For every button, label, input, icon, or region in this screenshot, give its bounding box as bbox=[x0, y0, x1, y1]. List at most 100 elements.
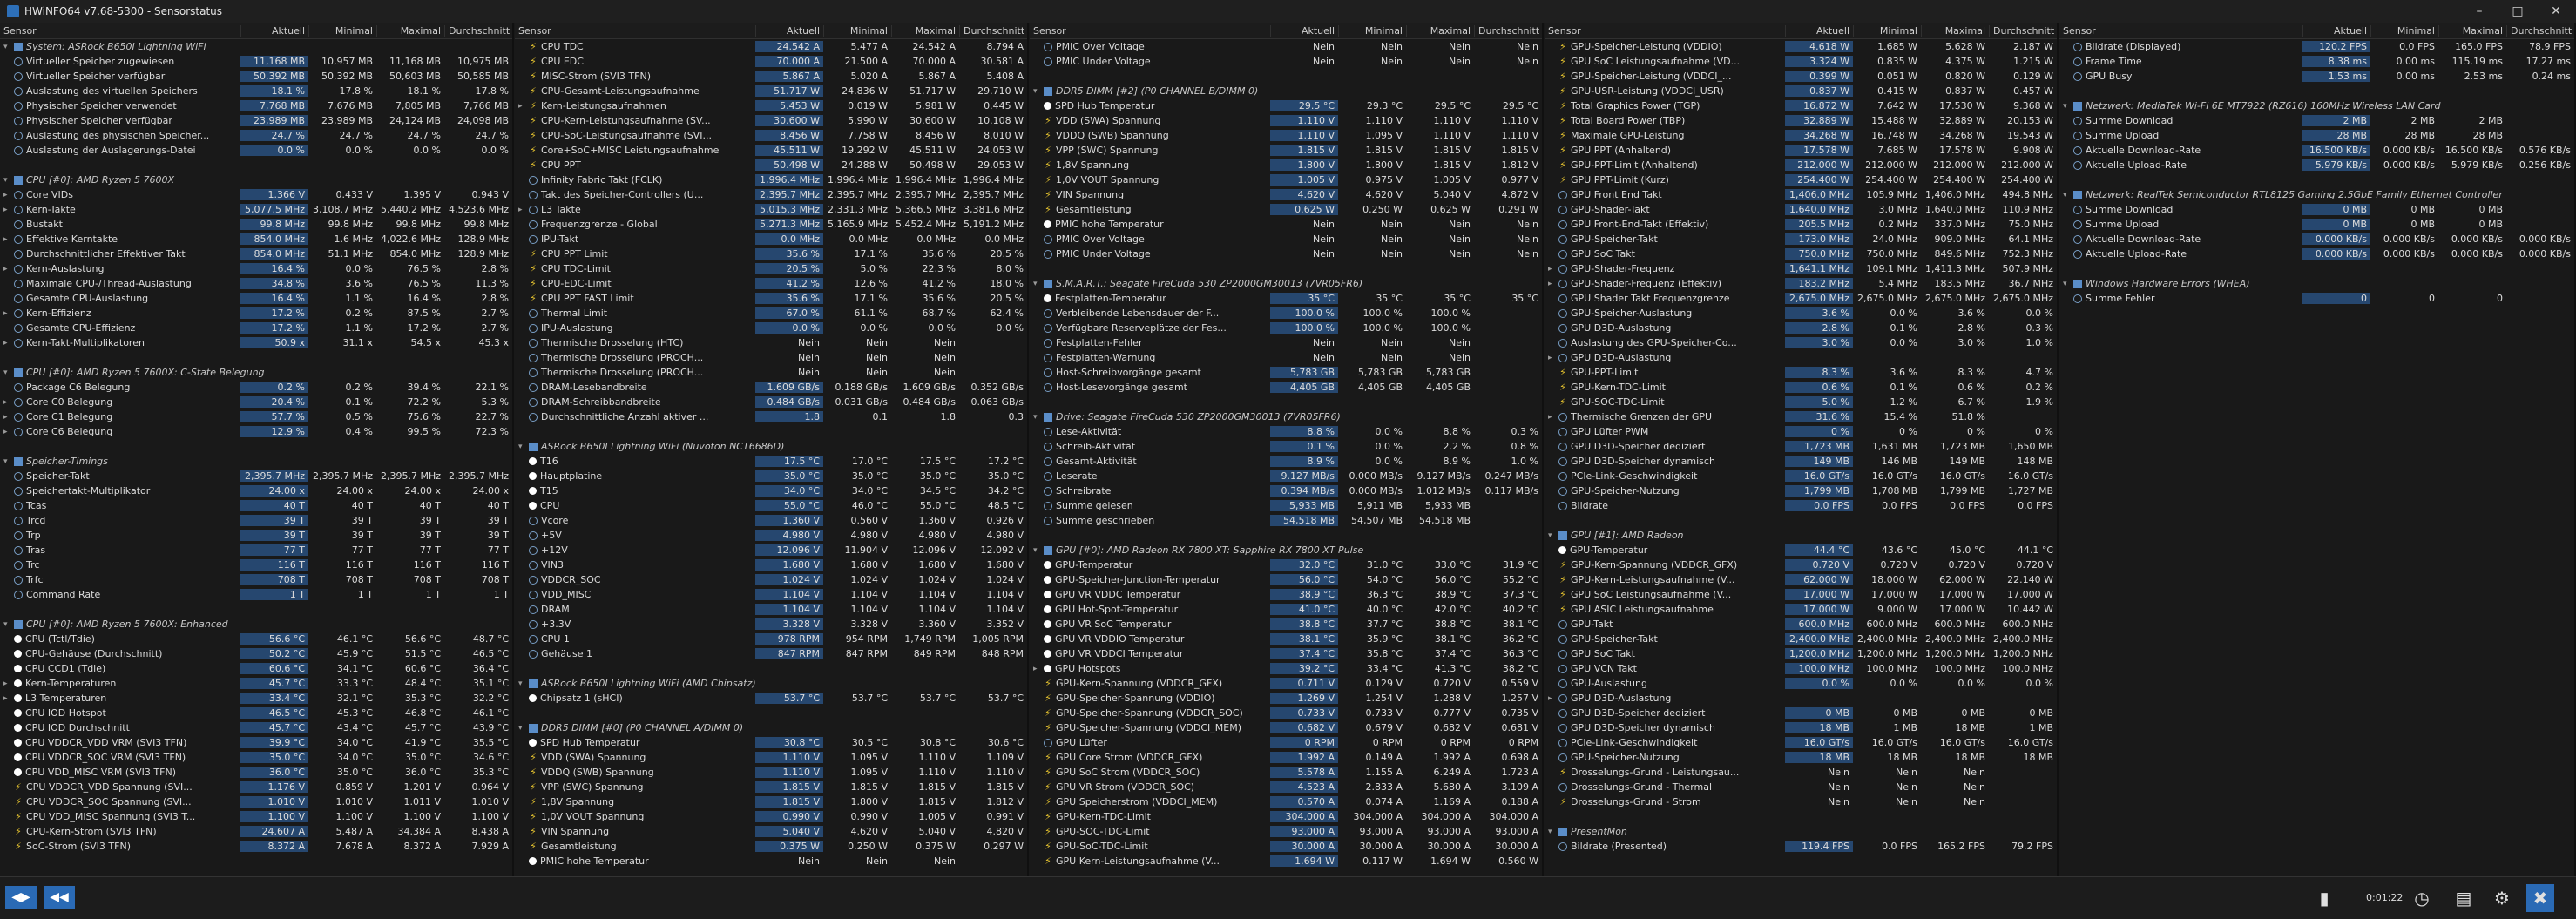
sensor-row[interactable]: ⚡ Total Board Power (TBP) 32.889 W 15.488 W… bbox=[1545, 113, 2057, 128]
sensor-row[interactable]: GPU D3D-Auslastung 2.8 % 0.1 % 2.8 % 0.3 % bbox=[1545, 321, 2057, 335]
sensor-row[interactable]: Gesamte CPU-Effizienz 17.2 % 1.1 % 17.2 % 2.… bbox=[0, 321, 512, 335]
sensor-row[interactable]: Auslastung der Auslagerungs-Datei 0.0 % 0.… bbox=[0, 143, 512, 158]
sensor-row[interactable]: GPU D3D-Speicher dynamisch 149 MB 146 MB 14… bbox=[1545, 454, 2057, 469]
sensor-row[interactable]: ⚡ GPU SoC Strom (VDDCR_SOC) 5.578 A 1.155 A… bbox=[1030, 765, 1542, 780]
sensor-row[interactable]: CPU IOD Hotspot 46.5 °C 45.3 °C 46.8 °C 46.1… bbox=[0, 706, 512, 720]
sensor-row[interactable]: Auslastung des physischen Speicher... 24.… bbox=[0, 128, 512, 143]
expand-toggle-icon[interactable]: ▸ bbox=[3, 679, 12, 688]
expand-toggle-icon[interactable]: ▸ bbox=[3, 398, 12, 407]
sensor-row[interactable]: Aktuelle Upload-Rate 5.979 KB/s 0.000 KB/s… bbox=[2059, 158, 2574, 172]
column-max[interactable]: Maximal bbox=[1406, 24, 1474, 37]
expand-toggle-icon[interactable]: ▾ bbox=[1033, 87, 1042, 96]
sensor-row[interactable]: ⚡ CPU-SoC-Leistungsaufnahme (SVI... 8.456 … bbox=[515, 128, 1027, 143]
expand-toggle-icon[interactable]: ▸ bbox=[1548, 265, 1557, 274]
expand-toggle-icon[interactable]: ▸ bbox=[3, 191, 12, 199]
expand-toggle-icon[interactable]: ▸ bbox=[3, 309, 12, 318]
sensor-row[interactable]: Schreib-Aktivität 0.1 % 0.0 % 2.2 % 0.8 % bbox=[1030, 439, 1542, 454]
column-current[interactable]: Aktuell bbox=[1270, 24, 1338, 37]
expand-toggle-icon[interactable]: ▾ bbox=[2063, 191, 2072, 199]
sensor-group-header[interactable]: ▾ CPU [#0]: AMD Ryzen 5 7600X: Enhanced bbox=[0, 617, 512, 632]
sensor-row[interactable]: ⚡ VIN Spannung 5.040 V 4.620 V 5.040 V 4.820 … bbox=[515, 824, 1027, 839]
sensor-row[interactable]: ⚡ GPU Kern-Leistungsaufnahme (V... 1.694 W… bbox=[1030, 854, 1542, 868]
sensor-group-header[interactable]: ▾ System: ASRock B650I Lightning WiFi bbox=[0, 39, 512, 54]
network-icon[interactable]: ▮ bbox=[2310, 884, 2338, 912]
sensor-row[interactable]: ⚡ GPU-PPT-Limit 8.3 % 3.6 % 8.3 % 4.7 % bbox=[1545, 365, 2057, 380]
sensor-row[interactable]: GPU SoC Takt 750.0 MHz 750.0 MHz 849.6 MHz 7… bbox=[1545, 247, 2057, 261]
sensor-row[interactable]: ⚡ Total Graphics Power (TGP) 16.872 W 7.642… bbox=[1545, 98, 2057, 113]
sensor-row[interactable]: GPU VCN Takt 100.0 MHz 100.0 MHz 100.0 MHz 1… bbox=[1545, 661, 2057, 676]
sensor-row[interactable]: ⚡ GPU-USR-Leistung (VDDCI_USR) 0.837 W 0.41… bbox=[1545, 84, 2057, 98]
sensor-row[interactable]: Drosselungs-Grund - Thermal Nein Nein Nein bbox=[1545, 780, 2057, 794]
expand-toggle-icon[interactable]: ▸ bbox=[1548, 413, 1557, 422]
column-min[interactable]: Minimal bbox=[1853, 24, 1921, 37]
sensor-row[interactable]: ⚡ CPU EDC 70.000 A 21.500 A 70.000 A 30.581 A bbox=[515, 54, 1027, 69]
sensor-row[interactable]: ▸ GPU-Shader-Frequenz 1,641.1 MHz 109.1 MHz… bbox=[1545, 261, 2057, 276]
sensor-row[interactable]: Summe Upload 28 MB 28 MB 28 MB bbox=[2059, 128, 2574, 143]
sensor-row[interactable]: ⚡ CPU PPT 50.498 W 24.288 W 50.498 W 29.053 W bbox=[515, 158, 1027, 172]
sensor-row[interactable]: ⚡ GPU-SOC-TDC-Limit 93.000 A 93.000 A 93.000… bbox=[1030, 824, 1542, 839]
sensor-row[interactable]: Durchschnittlicher Effektiver Takt 854.0 … bbox=[0, 247, 512, 261]
sensor-group-header[interactable]: ▾ PresentMon bbox=[1545, 824, 2057, 839]
sensor-row[interactable]: PMIC hohe Temperatur Nein Nein Nein Nein bbox=[1030, 217, 1542, 232]
sensor-row[interactable]: ⚡ GPU-PPT-Limit (Anhaltend) 212.000 W 212.0… bbox=[1545, 158, 2057, 172]
sensor-row[interactable]: Physischer Speicher verwendet 7,768 MB 7,6… bbox=[0, 98, 512, 113]
sensor-row[interactable]: Speicher-Takt 2,395.7 MHz 2,395.7 MHz 2,395… bbox=[0, 469, 512, 483]
sensor-row[interactable]: GPU Front End Takt 1,406.0 MHz 105.9 MHz 1,… bbox=[1545, 187, 2057, 202]
sensor-row[interactable]: IPU-Takt 0.0 MHz 0.0 MHz 0.0 MHz 0.0 MHz bbox=[515, 232, 1027, 247]
sensor-row[interactable]: CPU (Tctl/Tdie) 56.6 °C 46.1 °C 56.6 °C 48.7… bbox=[0, 632, 512, 646]
column-max[interactable]: Maximal bbox=[2438, 24, 2506, 37]
sensor-row[interactable]: ▸ Core C0 Belegung 20.4 % 0.1 % 72.2 % 5.3 % bbox=[0, 395, 512, 409]
sensor-row[interactable]: Bildrate 0.0 FPS 0.0 FPS 0.0 FPS 0.0 FPS bbox=[1545, 498, 2057, 513]
sensor-row[interactable]: Summe geschrieben 54,518 MB 54,507 MB 54,51… bbox=[1030, 513, 1542, 528]
column-sensor[interactable]: Sensor bbox=[1030, 25, 1270, 37]
sensor-row[interactable]: Aktuelle Download-Rate 0.000 KB/s 0.000 KB… bbox=[2059, 232, 2574, 247]
sensor-row[interactable]: Command Rate 1 T1 T1 T1 T bbox=[0, 587, 512, 602]
sensor-group-header[interactable]: ▾ CPU [#0]: AMD Ryzen 5 7600X: C-State Be… bbox=[0, 365, 512, 380]
expand-toggle-icon[interactable]: ▾ bbox=[2063, 102, 2072, 111]
expand-toggle-icon[interactable]: ▾ bbox=[518, 724, 527, 733]
sensor-row[interactable]: Lese-Aktivität 8.8 % 0.0 % 8.8 % 0.3 % bbox=[1030, 424, 1542, 439]
sensor-row[interactable]: GPU Front-End-Takt (Effektiv) 205.5 MHz 0.… bbox=[1545, 217, 2057, 232]
sensor-row[interactable]: T15 34.0 °C 34.0 °C 34.5 °C 34.2 °C bbox=[515, 483, 1027, 498]
sensor-row[interactable]: +12V 12.096 V 11.904 V 12.096 V 12.092 V bbox=[515, 543, 1027, 557]
sensor-row[interactable]: ▸ Kern-Auslastung 16.4 % 0.0 % 76.5 % 2.8 % bbox=[0, 261, 512, 276]
sensor-row[interactable]: Auslastung des virtuellen Speichers 18.1 … bbox=[0, 84, 512, 98]
expand-toggle-icon[interactable]: ▾ bbox=[1033, 413, 1042, 422]
sensor-row[interactable]: Trfc 708 T 708 T 708 T 708 T bbox=[0, 572, 512, 587]
sensor-row[interactable]: Auslastung des GPU-Speicher-Co... 3.0 % 0.… bbox=[1545, 335, 2057, 350]
expand-toggle-icon[interactable]: ▸ bbox=[3, 413, 12, 422]
sensor-row[interactable]: Summe Upload 0 MB 0 MB 0 MB bbox=[2059, 217, 2574, 232]
sensor-row[interactable]: T16 17.5 °C 17.0 °C 17.5 °C 17.2 °C bbox=[515, 454, 1027, 469]
sensor-row[interactable]: Aktuelle Download-Rate 16.500 KB/s 0.000 K… bbox=[2059, 143, 2574, 158]
sensor-row[interactable]: GPU Busy 1.53 ms 0.00 ms 2.53 ms 0.24 ms bbox=[2059, 69, 2574, 84]
sensor-row[interactable]: ⚡ GPU PPT (Anhaltend) 17.578 W 7.685 W 17.57… bbox=[1545, 143, 2057, 158]
sensor-row[interactable]: GPU VR VDDCI Temperatur 37.4 °C 35.8 °C 37.… bbox=[1030, 646, 1542, 661]
column-avg[interactable]: Durchschnitt bbox=[1989, 24, 2057, 37]
sensor-row[interactable]: PMIC hohe Temperatur Nein Nein Nein bbox=[515, 854, 1027, 868]
sensor-row[interactable]: Chipsatz 1 (sHCI) 53.7 °C 53.7 °C 53.7 °C 53… bbox=[515, 691, 1027, 706]
sensor-row[interactable]: GPU D3D-Speicher dynamisch 18 MB 1 MB 18 MB… bbox=[1545, 720, 2057, 735]
sensor-row[interactable]: ▸ L3 Takte 5,015.3 MHz 2,331.3 MHz 5,366.5 M… bbox=[515, 202, 1027, 217]
sensor-group-header[interactable]: ▾ GPU [#0]: AMD Radeon RX 7800 XT: Sapphi… bbox=[1030, 543, 1542, 557]
sensor-row[interactable]: ⚡ CPU TDC-Limit 20.5 % 5.0 % 22.3 % 8.0 % bbox=[515, 261, 1027, 276]
sensor-row[interactable]: GPU-Shader-Takt 1,640.0 MHz 3.0 MHz 1,640.0… bbox=[1545, 202, 2057, 217]
sensor-row[interactable]: PCIe-Link-Geschwindigkeit 16.0 GT/s 16.0 G… bbox=[1545, 735, 2057, 750]
column-min[interactable]: Minimal bbox=[308, 24, 376, 37]
sensor-group-header[interactable]: ▾ DDR5 DIMM [#2] (P0 CHANNEL B/DIMM 0) bbox=[1030, 84, 1542, 98]
expand-toggle-icon[interactable]: ▾ bbox=[2063, 280, 2072, 288]
sensor-row[interactable]: PMIC Under Voltage Nein Nein Nein Nein bbox=[1030, 54, 1542, 69]
expand-toggle-icon[interactable]: ▸ bbox=[3, 694, 12, 703]
sensor-row[interactable]: ⚡ 1,0V VOUT Spannung 1.005 V 0.975 V 1.005 V… bbox=[1030, 172, 1542, 187]
sensor-row[interactable]: ⚡ SoC-Strom (SVI3 TFN) 8.372 A 7.678 A 8.372… bbox=[0, 839, 512, 854]
sensor-row[interactable]: GPU VR VDDC Temperatur 38.9 °C 36.3 °C 38.9… bbox=[1030, 587, 1542, 602]
sensor-row[interactable]: SPD Hub Temperatur 30.8 °C 30.5 °C 30.8 °C 3… bbox=[515, 735, 1027, 750]
expand-toggle-icon[interactable]: ▾ bbox=[1548, 828, 1557, 836]
sensor-row[interactable]: ⚡ 1,8V Spannung 1.815 V 1.800 V 1.815 V 1.812… bbox=[515, 794, 1027, 809]
sensor-row[interactable]: ⚡ CPU PPT Limit 35.6 % 17.1 % 35.6 % 20.5 % bbox=[515, 247, 1027, 261]
column-avg[interactable]: Durchschnitt bbox=[444, 24, 512, 37]
sensor-row[interactable]: GPU-Speicher-Nutzung 18 MB 18 MB 18 MB 18 MB bbox=[1545, 750, 2057, 765]
sensor-row[interactable]: CPU CCD1 (Tdie) 60.6 °C 34.1 °C 60.6 °C 36.4… bbox=[0, 661, 512, 676]
column-avg[interactable]: Durchschnitt bbox=[959, 24, 1027, 37]
sensor-row[interactable]: ⚡ CPU VDDCR_SOC Spannung (SVI... 1.010 V 1.… bbox=[0, 794, 512, 809]
expand-toggle-icon[interactable]: ▾ bbox=[3, 368, 12, 377]
